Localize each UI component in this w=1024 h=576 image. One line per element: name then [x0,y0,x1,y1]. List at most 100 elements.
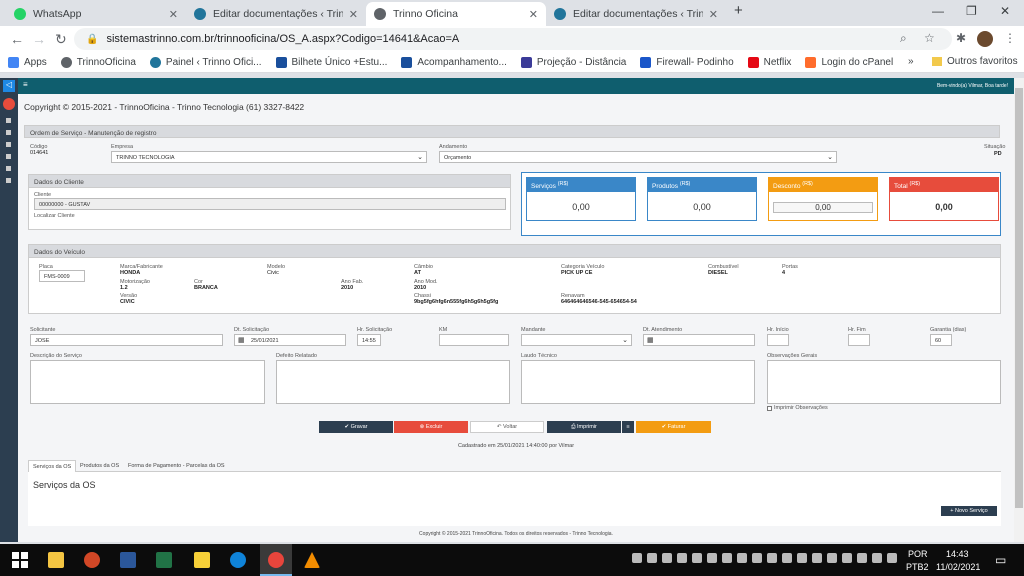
tray-icon[interactable] [812,553,822,563]
tray-icon[interactable] [842,553,852,563]
close-window-button[interactable]: ✕ [1000,4,1010,18]
faturar-button[interactable]: ✔ Faturar [636,421,711,433]
tray-icon[interactable] [632,553,642,563]
tray-icon[interactable] [662,553,672,563]
dt-solicitacao-input[interactable]: ▦ 25/01/2021 [234,334,346,346]
garantia-input[interactable]: 60 [930,334,952,346]
forward-icon[interactable]: → [32,31,46,47]
close-icon[interactable]: ✕ [709,8,718,21]
menu-item-icon[interactable] [6,166,11,171]
close-icon[interactable]: ✕ [169,8,178,21]
bookmark-acompanhamento[interactable]: Acompanhamento... [401,57,507,68]
bookmark-trinnooficina[interactable]: TrinnoOficina [60,57,136,68]
mandante-select[interactable]: ⌄ [521,334,632,346]
back-icon[interactable]: ← [10,31,24,47]
more-bookmarks-button[interactable]: » [908,56,914,67]
bookmark-cpanel[interactable]: Login do cPanel [805,57,893,68]
tray-icon[interactable] [767,553,777,563]
tray-icon[interactable] [872,553,882,563]
imprimir-button[interactable]: ⎙ Imprimir [547,421,621,433]
windows-start-icon[interactable] [12,552,28,568]
hr-inicio-input[interactable] [767,334,789,346]
km-input[interactable] [439,334,509,346]
tray-icon[interactable] [707,553,717,563]
menu-item-icon[interactable] [6,130,11,135]
avatar[interactable] [977,31,993,47]
tray-icon[interactable] [677,553,687,563]
tab-produtos-os[interactable]: Produtos da OS [76,460,123,472]
tab-pagamento-os[interactable]: Forma de Pagamento - Parcelas da OS [124,460,229,472]
bookmark-painel[interactable]: Painel ‹ Trinno Ofici... [149,57,262,68]
descricao-textarea[interactable] [30,360,265,404]
observacoes-textarea[interactable] [767,360,1001,404]
bookmark-netflix[interactable]: Netflix [747,57,791,68]
excluir-button[interactable]: ⊗ Excluir [394,421,468,433]
tray-icon[interactable] [752,553,762,563]
close-icon[interactable]: ✕ [529,8,538,21]
edge-icon[interactable] [230,552,246,568]
tab-editar-1[interactable]: Editar documentações ‹ Trinno O ✕ [186,2,366,26]
placa-input[interactable]: FMS-0009 [39,270,85,282]
tray-icon[interactable] [722,553,732,563]
clock-time[interactable]: 14:43 [946,549,969,559]
cliente-input[interactable]: 00000000 - GUSTAV [34,198,506,210]
menu-icon[interactable]: ⋮ [1004,31,1016,45]
localizar-cliente-link[interactable]: Localizar Cliente [34,213,75,219]
hamburger-icon[interactable]: ≡ [23,80,28,89]
dt-atendimento-input[interactable]: ▦ [643,334,755,346]
bookmark-firewall[interactable]: Firewall- Podinho [640,57,734,68]
menu-item-icon[interactable] [6,142,11,147]
file-explorer-icon[interactable] [48,552,64,568]
empresa-select[interactable]: TRINNO TECNOLOGIA ⌄ [111,151,427,163]
bookmark-projecao[interactable]: Projeção - Distância [520,57,626,68]
tab-trinno-oficina[interactable]: Trinno Oficina ✕ [366,2,546,26]
tray-icon[interactable] [737,553,747,563]
andamento-select[interactable]: Orçamento ⌄ [439,151,837,163]
tab-servicos-os[interactable]: Serviços da OS [28,460,77,472]
laudo-textarea[interactable] [521,360,755,404]
excel-icon[interactable] [156,552,172,568]
desconto-input[interactable]: 0,00 [773,202,873,213]
voltar-button[interactable]: ↶ Voltar [470,421,544,433]
bookmark-bilhete[interactable]: Bilhete Único +Estu... [275,57,387,68]
tray-icon[interactable] [797,553,807,563]
restore-button[interactable]: ❐ [966,4,977,18]
tray-icon[interactable] [692,553,702,563]
solicitante-input[interactable]: JOSE [30,334,223,346]
tray-icon[interactable] [647,553,657,563]
hr-solicitacao-input[interactable]: 14:55 [357,334,381,346]
other-favorites-folder[interactable]: Outros favoritos [932,56,1018,67]
clock-date[interactable]: 11/02/2021 [936,562,980,572]
vlc-icon[interactable] [304,552,320,568]
input-language[interactable]: POR [908,549,928,559]
address-bar[interactable]: 🔒 sistemastrinno.com.br/trinnooficina/OS… [74,28,952,50]
tray-icon[interactable] [782,553,792,563]
minimize-button[interactable]: — [932,4,944,18]
word-icon[interactable] [120,552,136,568]
keyboard-layout[interactable]: PTB2 [906,562,929,572]
gravar-button[interactable]: ✔ Gravar [319,421,393,433]
new-tab-button[interactable]: + [734,2,743,19]
imprimir-options-button[interactable]: ≡ [622,421,634,433]
defeito-textarea[interactable] [276,360,510,404]
sticky-notes-icon[interactable] [194,552,210,568]
tab-whatsapp[interactable]: WhatsApp ✕ [6,2,186,26]
zoom-icon[interactable]: ⌕ [900,31,907,46]
extensions-icon[interactable]: ✱ [956,31,966,45]
menu-item-icon[interactable] [6,178,11,183]
scrollbar-thumb[interactable] [1015,88,1023,508]
menu-item-icon[interactable] [6,118,11,123]
tray-icon[interactable] [827,553,837,563]
tab-editar-2[interactable]: Editar documentações ‹ Trinno O ✕ [546,2,726,26]
close-icon[interactable]: ✕ [349,8,358,21]
novo-servico-button[interactable]: + Novo Serviço [941,506,997,516]
checkbox-icon[interactable] [767,405,772,411]
page-scrollbar[interactable] [1014,78,1024,542]
imprimir-observacoes-checkbox[interactable]: Imprimir Observações [767,405,828,411]
tray-icon[interactable] [887,553,897,563]
notifications-icon[interactable]: ▭ [995,553,1006,567]
star-icon[interactable]: ☆ [924,31,935,45]
reload-icon[interactable]: ↻ [55,31,67,48]
menu-item-icon[interactable] [6,154,11,159]
bookmark-apps[interactable]: Apps [8,57,47,68]
